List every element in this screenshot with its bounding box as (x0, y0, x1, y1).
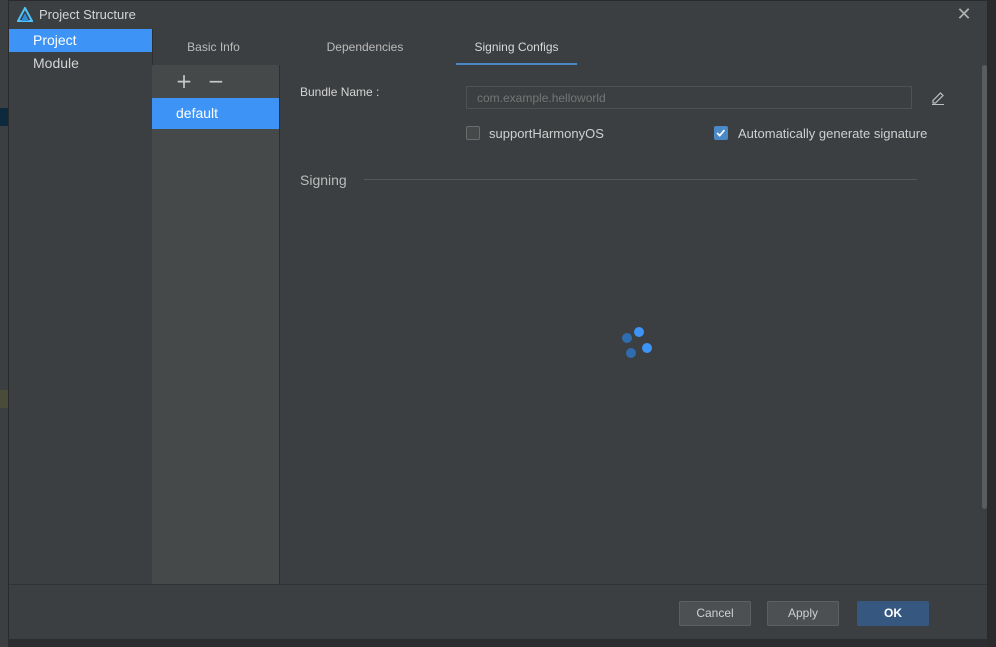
bundle-name-label-text: Bundle Name (300, 85, 373, 99)
signing-config-list: + − default (152, 65, 280, 584)
tab-bar: Basic Info Dependencies Signing Configs (153, 29, 987, 65)
dialog-footer: Cancel Apply OK (9, 584, 987, 639)
category-sidebar: Project Module (9, 29, 153, 584)
config-list-toolbar: + − (152, 65, 279, 97)
background-ide-right-edge (988, 0, 996, 647)
tab-signing-configs[interactable]: Signing Configs (456, 29, 577, 65)
project-structure-dialog: Project Structure ✕ Project Module Basic… (8, 0, 988, 639)
background-ide-bar (0, 390, 8, 408)
background-ide-highlight (0, 108, 8, 126)
close-icon[interactable]: ✕ (953, 4, 975, 26)
tab-dependencies[interactable]: Dependencies (295, 29, 435, 65)
edit-icon[interactable] (930, 90, 946, 106)
support-harmonyos-checkbox[interactable] (466, 126, 480, 140)
loading-spinner-icon (622, 327, 652, 358)
signing-config-panel: Bundle Name : supportHarmonyOS Automatic… (280, 65, 987, 584)
tab-basic-info[interactable]: Basic Info (153, 29, 274, 65)
minus-icon[interactable]: − (205, 70, 227, 92)
title-bar: Project Structure ✕ (9, 1, 987, 29)
bundle-name-input[interactable] (466, 86, 912, 109)
auto-generate-signature-label: Automatically generate signature (738, 126, 928, 141)
checkmark-icon (716, 129, 726, 137)
section-divider (364, 179, 917, 180)
sidebar-item-module[interactable]: Module (9, 52, 152, 75)
list-item-default[interactable]: default (152, 98, 279, 129)
sidebar-item-project[interactable]: Project (9, 29, 152, 52)
window-title: Project Structure (39, 7, 136, 22)
signing-section-title: Signing (300, 172, 347, 188)
cancel-button[interactable]: Cancel (679, 601, 751, 626)
plus-icon[interactable]: + (173, 70, 195, 92)
ok-button[interactable]: OK (857, 601, 929, 626)
apply-button[interactable]: Apply (767, 601, 839, 626)
support-harmonyos-label: supportHarmonyOS (489, 126, 604, 141)
auto-generate-signature-checkbox[interactable] (714, 126, 728, 140)
background-ide-left-edge (0, 0, 8, 647)
bundle-name-label: Bundle Name : (300, 85, 380, 99)
vertical-scrollbar[interactable] (982, 65, 987, 509)
harmony-logo-icon (17, 7, 33, 22)
